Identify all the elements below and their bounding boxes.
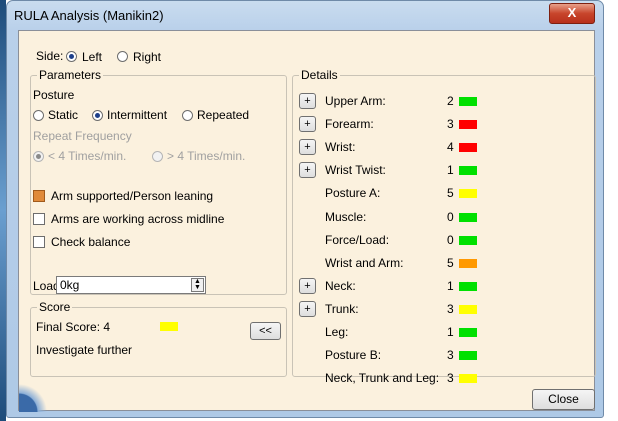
posture-repeated-label: Repeated bbox=[197, 108, 250, 122]
detail-score: 0 bbox=[447, 210, 454, 224]
detail-name: Wrist: bbox=[325, 140, 356, 154]
detail-name: Posture A: bbox=[325, 186, 381, 200]
detail-name: Forearm: bbox=[325, 117, 374, 131]
side-left-label: Left bbox=[82, 50, 103, 64]
detail-score: 1 bbox=[447, 163, 454, 177]
expand-button[interactable]: + bbox=[299, 301, 316, 317]
score-verdict: Investigate further bbox=[36, 343, 133, 357]
detail-score: 3 bbox=[447, 371, 454, 385]
detail-color-swatch bbox=[459, 236, 477, 245]
detail-score: 1 bbox=[447, 279, 454, 293]
detail-name: Muscle: bbox=[325, 210, 367, 224]
repeat-over-4-radio[interactable] bbox=[152, 151, 163, 162]
detail-name: Wrist Twist: bbox=[325, 163, 386, 177]
detail-color-swatch bbox=[459, 143, 477, 152]
detail-name: Neck, Trunk and Leg: bbox=[325, 371, 440, 385]
side-right-label: Right bbox=[133, 50, 162, 64]
detail-score: 5 bbox=[447, 186, 454, 200]
load-value: 0kg bbox=[60, 278, 80, 292]
posture-repeated-radio[interactable] bbox=[182, 110, 193, 121]
load-stepper[interactable]: ▲ ▼ bbox=[191, 278, 204, 292]
posture-intermittent-radio[interactable] bbox=[92, 110, 103, 121]
detail-score: 4 bbox=[447, 140, 454, 154]
toggle-details-button[interactable]: << bbox=[250, 322, 281, 340]
arms-across-midline-checkbox[interactable] bbox=[33, 213, 45, 225]
detail-score: 3 bbox=[447, 348, 454, 362]
posture-static-label: Static bbox=[48, 108, 79, 122]
posture-static-radio[interactable] bbox=[33, 110, 44, 121]
expand-button[interactable]: + bbox=[299, 139, 316, 155]
detail-name: Force/Load: bbox=[325, 233, 390, 247]
posture-intermittent-label: Intermittent bbox=[107, 108, 168, 122]
parameters-legend: Parameters bbox=[39, 68, 102, 82]
repeat-frequency-label: Repeat Frequency bbox=[33, 129, 132, 143]
detail-name: Trunk: bbox=[325, 302, 359, 316]
detail-color-swatch bbox=[459, 166, 477, 175]
detail-color-swatch bbox=[459, 259, 477, 268]
catia-logo-icon bbox=[19, 372, 59, 412]
side-right-radio[interactable] bbox=[117, 51, 128, 62]
load-input[interactable]: 0kg ▲ ▼ bbox=[56, 276, 206, 294]
detail-color-swatch bbox=[459, 328, 477, 337]
expand-button[interactable]: + bbox=[299, 162, 316, 178]
expand-button[interactable]: + bbox=[299, 278, 316, 294]
close-button[interactable]: Close bbox=[532, 389, 595, 410]
posture-label: Posture bbox=[33, 88, 75, 102]
detail-name: Leg: bbox=[325, 325, 349, 339]
detail-score: 2 bbox=[447, 94, 454, 108]
side-label: Side: bbox=[36, 49, 64, 63]
detail-color-swatch bbox=[459, 213, 477, 222]
detail-name: Neck: bbox=[325, 279, 356, 293]
score-group: Score bbox=[30, 300, 287, 377]
detail-name: Wrist and Arm: bbox=[325, 256, 404, 270]
detail-score: 1 bbox=[447, 325, 454, 339]
detail-color-swatch bbox=[459, 374, 477, 383]
detail-score: 5 bbox=[447, 256, 454, 270]
detail-color-swatch bbox=[459, 282, 477, 291]
detail-score: 3 bbox=[447, 302, 454, 316]
check-balance-label: Check balance bbox=[51, 235, 131, 249]
details-legend: Details bbox=[301, 68, 338, 82]
arm-supported-label: Arm supported/Person leaning bbox=[51, 189, 214, 203]
detail-color-swatch bbox=[459, 189, 477, 198]
repeat-under-4-label: < 4 Times/min. bbox=[48, 149, 127, 163]
parameters-group: Parameters bbox=[30, 68, 287, 295]
detail-color-swatch bbox=[459, 120, 477, 129]
repeat-over-4-label: > 4 Times/min. bbox=[167, 149, 246, 163]
detail-color-swatch bbox=[459, 97, 477, 106]
arm-supported-checkbox[interactable] bbox=[33, 190, 45, 202]
check-balance-checkbox[interactable] bbox=[33, 236, 45, 248]
detail-color-swatch bbox=[459, 351, 477, 360]
detail-color-swatch bbox=[459, 305, 477, 314]
arms-across-midline-label: Arms are working across midline bbox=[51, 212, 225, 226]
repeat-under-4-radio[interactable] bbox=[33, 151, 44, 162]
detail-name: Posture B: bbox=[325, 348, 382, 362]
stepper-down-icon[interactable]: ▼ bbox=[194, 284, 201, 291]
side-left-radio[interactable] bbox=[66, 51, 77, 62]
detail-name: Upper Arm: bbox=[325, 94, 386, 108]
detail-score: 3 bbox=[447, 117, 454, 131]
final-score-text: Final Score: 4 bbox=[36, 320, 111, 334]
expand-button[interactable]: + bbox=[299, 116, 316, 132]
expand-button[interactable]: + bbox=[299, 93, 316, 109]
final-score-color-swatch bbox=[160, 322, 178, 331]
detail-score: 0 bbox=[447, 233, 454, 247]
score-legend: Score bbox=[39, 300, 71, 314]
